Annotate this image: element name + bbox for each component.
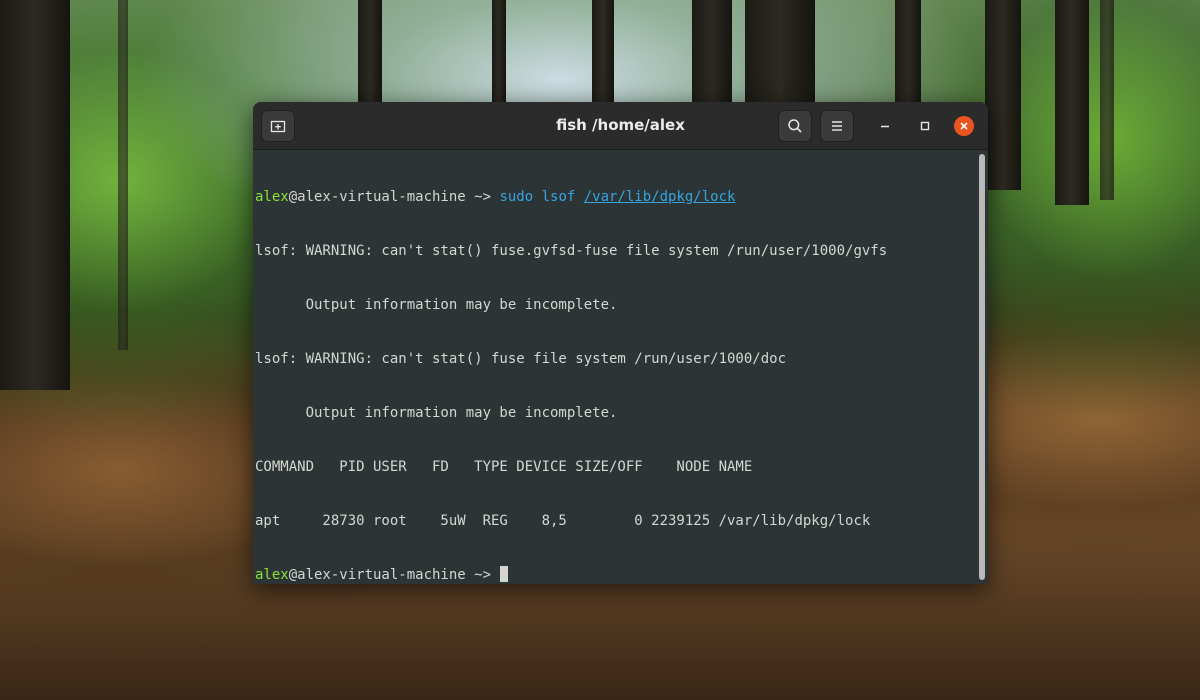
tree-trunk — [985, 0, 1021, 190]
tree-trunk — [0, 0, 70, 390]
text-cursor — [500, 566, 509, 582]
command-line: alex@alex-virtual-machine ~> sudo lsof /… — [255, 188, 976, 206]
maximize-button[interactable] — [915, 116, 935, 136]
output-line: Output information may be incomplete. — [255, 405, 618, 421]
close-icon — [960, 122, 968, 130]
tree-trunk — [1100, 0, 1114, 200]
tree-trunk — [592, 0, 614, 110]
terminal-output[interactable]: alex@alex-virtual-machine ~> sudo lsof /… — [255, 152, 976, 584]
output-line: apt 28730 root 5uW REG 8,5 0 2239125 /va… — [255, 513, 871, 529]
close-button[interactable] — [954, 116, 974, 136]
titlebar[interactable]: fish /home/alex — [253, 102, 988, 150]
minimize-icon — [881, 125, 889, 128]
command-name: sudo lsof — [499, 189, 576, 205]
menu-button[interactable] — [820, 110, 854, 142]
current-prompt-line[interactable]: alex@alex-virtual-machine ~> — [255, 566, 976, 584]
scrollbar[interactable] — [979, 154, 985, 580]
tree-trunk — [492, 0, 506, 110]
tree-trunk — [745, 0, 815, 110]
output-line: lsof: WARNING: can't stat() fuse file sy… — [255, 351, 787, 367]
search-button[interactable] — [778, 110, 812, 142]
tree-trunk — [1055, 0, 1089, 205]
prompt-host: @alex-virtual-machine ~> — [288, 567, 500, 583]
prompt-user: alex — [255, 189, 289, 205]
command-argument-path[interactable]: /var/lib/dpkg/lock — [584, 189, 736, 205]
output-header-line: COMMAND PID USER FD TYPE DEVICE SIZE/OFF… — [255, 459, 753, 475]
output-line: lsof: WARNING: can't stat() fuse.gvfsd-f… — [255, 243, 888, 259]
maximize-icon — [920, 121, 930, 131]
hamburger-menu-icon — [832, 121, 842, 131]
prompt-host: @alex-virtual-machine ~> — [288, 189, 500, 205]
output-line: Output information may be incomplete. — [255, 297, 618, 313]
minimize-button[interactable] — [875, 116, 895, 136]
prompt-user: alex — [255, 567, 289, 583]
tree-trunk — [895, 0, 921, 110]
tree-trunk — [692, 0, 732, 110]
search-icon — [788, 119, 802, 133]
tree-trunk — [118, 0, 128, 350]
terminal-window[interactable]: fish /home/alex alex@alex-virtual-machin… — [253, 102, 988, 584]
tree-trunk — [358, 0, 382, 110]
